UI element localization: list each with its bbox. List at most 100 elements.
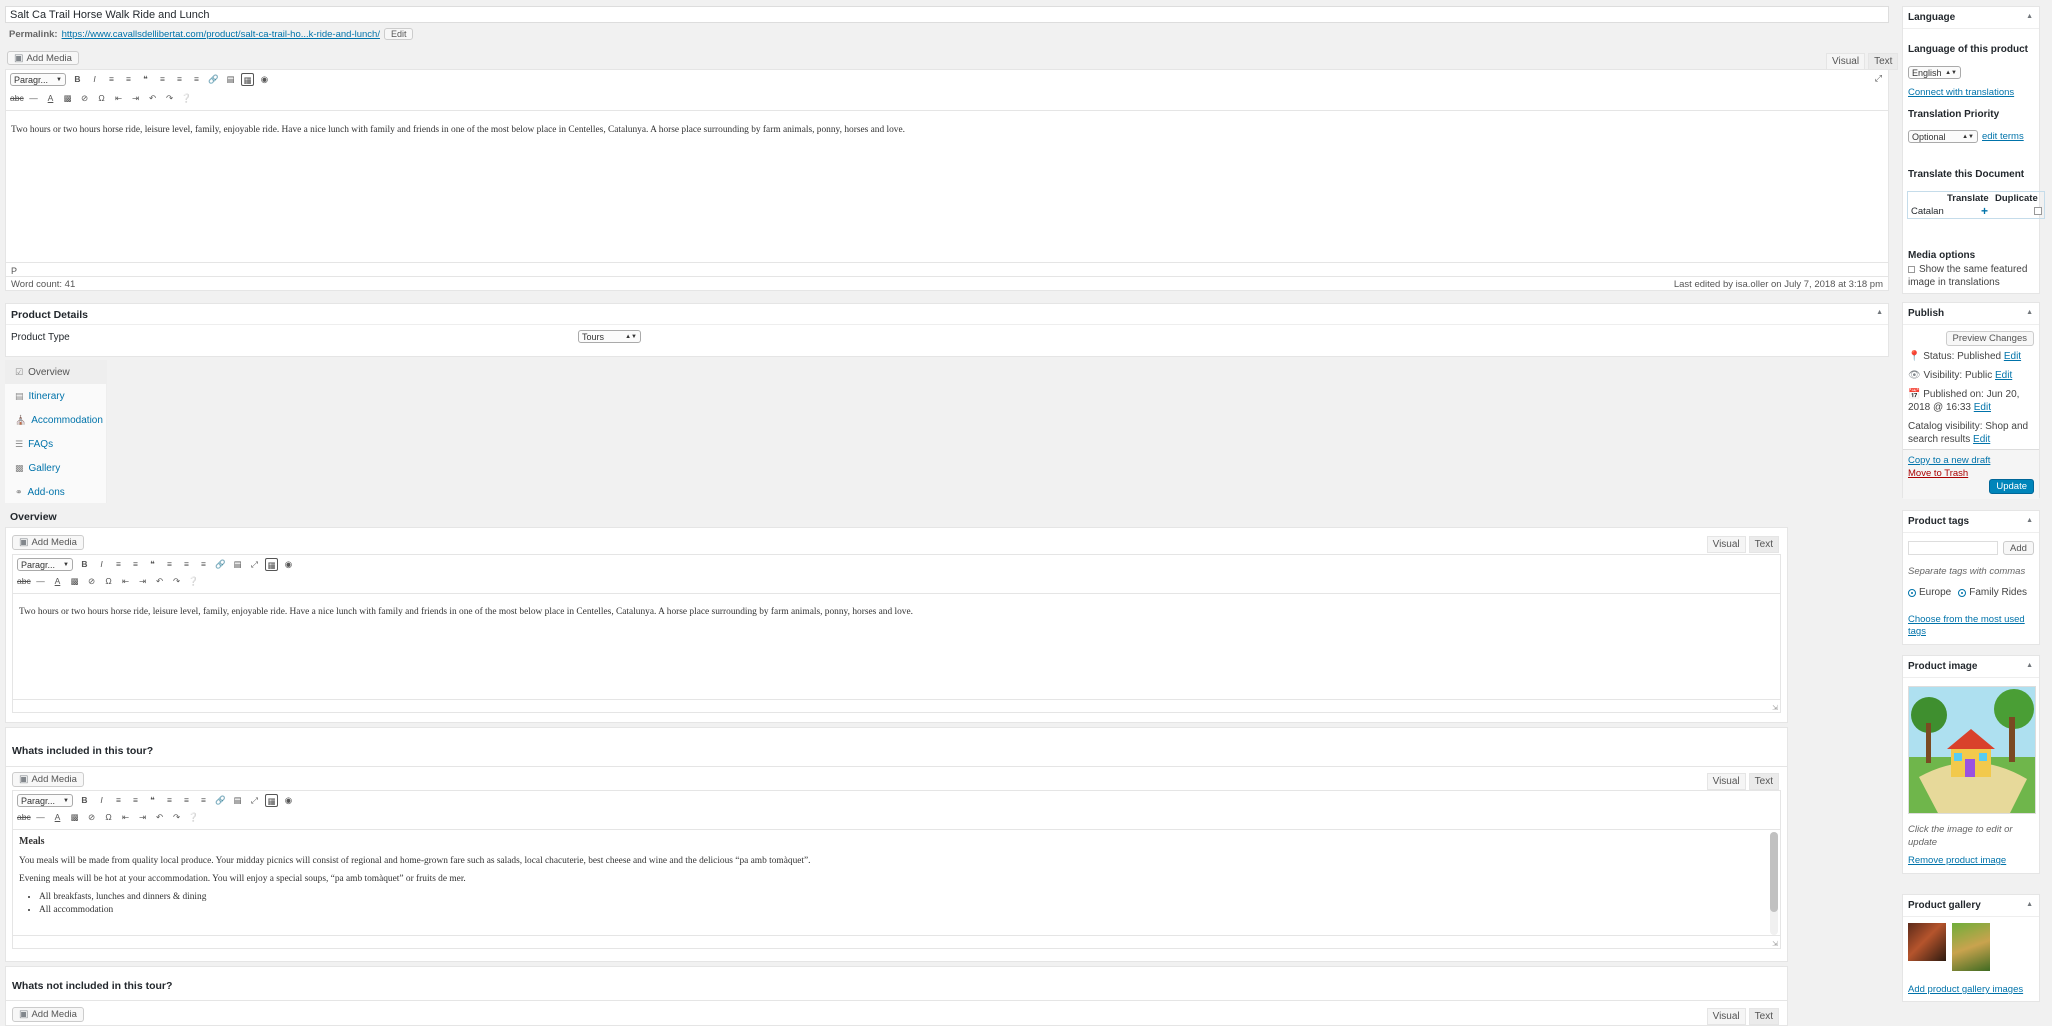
align-right-icon[interactable]: ≡ [190, 73, 203, 86]
indent-icon[interactable]: ⇥ [129, 92, 142, 105]
remove-image-link[interactable]: Remove product image [1908, 855, 2006, 866]
clear-format-icon[interactable]: ⊘ [85, 811, 98, 824]
custom-icon[interactable]: ◉ [258, 73, 271, 86]
blockquote-icon[interactable]: ❝ [139, 73, 152, 86]
gallery-thumbnail[interactable] [1952, 923, 1990, 971]
outdent-icon[interactable]: ⇤ [119, 811, 132, 824]
italic-icon[interactable]: I [88, 73, 101, 86]
bold-icon[interactable]: B [78, 794, 91, 807]
not-included-add-media-button[interactable]: ▣ Add Media [12, 1007, 84, 1022]
visibility-edit-link[interactable]: Edit [1995, 370, 2012, 381]
tab-addons[interactable]: ⚭ Add-ons [5, 480, 106, 504]
included-add-media-button[interactable]: ▣ Add Media [12, 772, 84, 787]
collapse-arrow-icon[interactable]: ▲ [2026, 309, 2033, 316]
special-char-icon[interactable]: Ω [102, 811, 115, 824]
tab-visual[interactable]: Visual [1706, 536, 1746, 553]
tab-visual[interactable]: Visual [1826, 53, 1866, 70]
redo-icon[interactable]: ↷ [170, 811, 183, 824]
numbered-list-icon[interactable]: ≡ [129, 558, 142, 571]
horizontal-line-icon[interactable]: — [34, 811, 47, 824]
edit-terms-link[interactable]: edit terms [1982, 131, 2024, 142]
toolbar-toggle-icon[interactable]: ▦ [265, 794, 278, 807]
redo-icon[interactable]: ↷ [170, 575, 183, 588]
read-more-icon[interactable]: ▤ [231, 794, 244, 807]
text-color-icon[interactable]: A [51, 811, 64, 824]
copy-draft-link[interactable]: Copy to a new draft [1908, 455, 1990, 466]
included-content[interactable]: Meals You meals will be made from qualit… [19, 836, 1760, 915]
bullet-list-icon[interactable]: ≡ [112, 558, 125, 571]
update-button[interactable]: Update [1989, 479, 2034, 494]
tab-overview[interactable]: ☑ Overview [5, 360, 106, 384]
tab-text[interactable]: Text [1748, 536, 1779, 553]
overview-add-media-button[interactable]: ▣ Add Media [12, 535, 84, 550]
align-center-icon[interactable]: ≡ [173, 73, 186, 86]
post-title-input[interactable]: Salt Ca Trail Horse Walk Ride and Lunch [5, 6, 1889, 23]
outdent-icon[interactable]: ⇤ [112, 92, 125, 105]
catalog-edit-link[interactable]: Edit [1973, 434, 1990, 445]
permalink-edit-button[interactable]: Edit [383, 28, 414, 40]
align-left-icon[interactable]: ≡ [163, 794, 176, 807]
redo-icon[interactable]: ↷ [163, 92, 176, 105]
choose-tags-link[interactable]: Choose from the most used tags [1908, 614, 2036, 638]
connect-translations-link[interactable]: Connect with translations [1908, 87, 2014, 98]
custom-icon[interactable]: ◉ [282, 794, 295, 807]
editor-scrollbar[interactable] [1770, 832, 1778, 935]
italic-icon[interactable]: I [95, 794, 108, 807]
tab-accommodation[interactable]: ⛪ Accommodation [5, 408, 106, 432]
strikethrough-icon[interactable]: abc [17, 575, 31, 588]
language-select[interactable]: English ▲▼ [1908, 66, 1961, 79]
paste-text-icon[interactable]: ▩ [68, 811, 81, 824]
tab-text[interactable]: Text [1748, 1008, 1779, 1025]
undo-icon[interactable]: ↶ [146, 92, 159, 105]
bold-icon[interactable]: B [71, 73, 84, 86]
italic-icon[interactable]: I [95, 558, 108, 571]
align-center-icon[interactable]: ≡ [180, 558, 193, 571]
bullet-list-icon[interactable]: ≡ [105, 73, 118, 86]
help-icon[interactable]: ❔ [187, 575, 200, 588]
horizontal-line-icon[interactable]: — [27, 92, 40, 105]
paste-text-icon[interactable]: ▩ [68, 575, 81, 588]
blockquote-icon[interactable]: ❝ [146, 558, 159, 571]
tab-text[interactable]: Text [1748, 773, 1779, 790]
align-right-icon[interactable]: ≡ [197, 794, 210, 807]
align-right-icon[interactable]: ≡ [197, 558, 210, 571]
numbered-list-icon[interactable]: ≡ [129, 794, 142, 807]
collapse-arrow-icon[interactable]: ▲ [2026, 13, 2033, 20]
product-image-thumbnail[interactable] [1908, 686, 2036, 814]
paste-text-icon[interactable]: ▩ [61, 92, 74, 105]
text-color-icon[interactable]: A [44, 92, 57, 105]
strikethrough-icon[interactable]: abc [10, 92, 24, 105]
blockquote-icon[interactable]: ❝ [146, 794, 159, 807]
collapse-arrow-icon[interactable]: ▲ [2026, 517, 2033, 524]
align-left-icon[interactable]: ≡ [156, 73, 169, 86]
collapse-arrow-icon[interactable]: ▲ [2026, 901, 2033, 908]
tab-visual[interactable]: Visual [1706, 1008, 1746, 1025]
add-media-button[interactable]: ▣ Add Media [7, 51, 79, 65]
bullet-list-icon[interactable]: ≡ [112, 794, 125, 807]
remove-tag-icon[interactable] [1908, 588, 1916, 597]
fullscreen-icon[interactable]: ⤢ [248, 794, 261, 807]
help-icon[interactable]: ❔ [180, 92, 193, 105]
strikethrough-icon[interactable]: abc [17, 811, 31, 824]
read-more-icon[interactable]: ▤ [231, 558, 244, 571]
tab-text[interactable]: Text [1868, 53, 1899, 70]
format-select[interactable]: Paragr... ▼ [10, 73, 66, 86]
overview-content[interactable]: Two hours or two hours horse ride, leisu… [19, 607, 1772, 617]
undo-icon[interactable]: ↶ [153, 575, 166, 588]
indent-icon[interactable]: ⇥ [136, 575, 149, 588]
move-to-trash-link[interactable]: Move to Trash [1908, 468, 1968, 479]
gallery-thumbnail[interactable] [1908, 923, 1946, 961]
editor-content[interactable]: Two hours or two hours horse ride, leisu… [11, 125, 1880, 135]
fullscreen-icon[interactable]: ⤢ [248, 558, 261, 571]
tab-visual[interactable]: Visual [1706, 773, 1746, 790]
numbered-list-icon[interactable]: ≡ [122, 73, 135, 86]
link-icon[interactable]: 🔗 [214, 794, 227, 807]
toolbar-toggle-icon[interactable]: ▦ [241, 73, 254, 86]
collapse-arrow-icon[interactable]: ▲ [2026, 662, 2033, 669]
resize-handle-icon[interactable]: ⇲ [1772, 940, 1778, 948]
status-edit-link[interactable]: Edit [2004, 351, 2021, 362]
product-type-select[interactable]: Tours ▲▼ [578, 330, 641, 343]
undo-icon[interactable]: ↶ [153, 811, 166, 824]
tab-gallery[interactable]: ▩ Gallery [5, 456, 106, 480]
link-icon[interactable]: 🔗 [207, 73, 220, 86]
